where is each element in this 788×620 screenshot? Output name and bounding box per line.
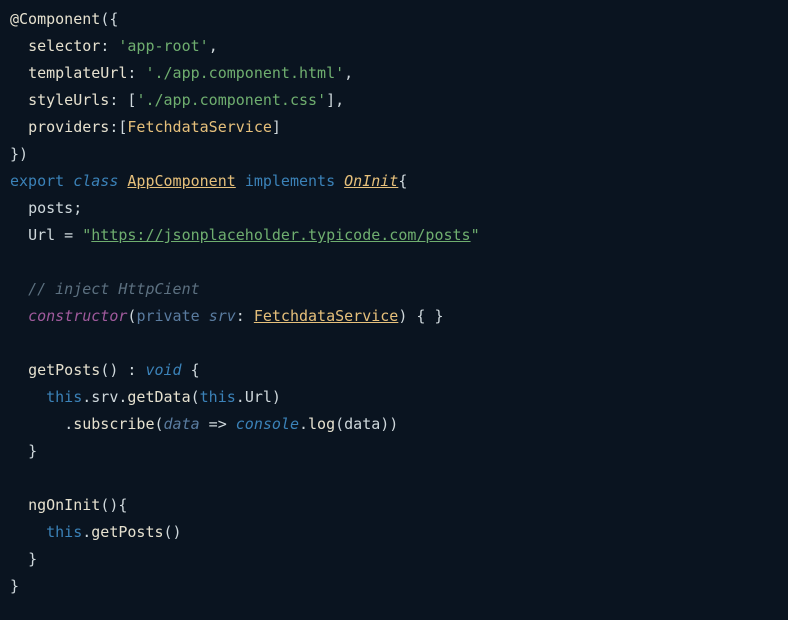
code-line: selector: 'app-root',: [10, 37, 218, 55]
code-line: posts;: [10, 199, 82, 217]
code-line: }): [10, 145, 28, 163]
code-line: export class AppComponent implements OnI…: [10, 172, 407, 190]
code-editor[interactable]: @Component({ selector: 'app-root', templ…: [10, 6, 778, 600]
code-line: this.srv.getData(this.Url): [10, 388, 281, 406]
code-line: this.getPosts(): [10, 523, 182, 541]
code-line: .subscribe(data => console.log(data)): [10, 415, 398, 433]
code-line: }: [10, 550, 37, 568]
code-line: [10, 334, 19, 352]
code-line: [10, 469, 19, 487]
code-line: }: [10, 577, 19, 595]
code-line: templateUrl: './app.component.html',: [10, 64, 353, 82]
code-line: styleUrls: ['./app.component.css'],: [10, 91, 344, 109]
code-line: [10, 253, 19, 271]
code-line: @Component({: [10, 10, 118, 28]
code-line: // inject HttpCient: [10, 280, 200, 298]
code-line: getPosts() : void {: [10, 361, 200, 379]
code-line: constructor(private srv: FetchdataServic…: [10, 307, 444, 325]
code-line: }: [10, 442, 37, 460]
code-line: ngOnInit(){: [10, 496, 127, 514]
code-line: providers:[FetchdataService]: [10, 118, 281, 136]
code-line: Url = "https://jsonplaceholder.typicode.…: [10, 226, 480, 244]
